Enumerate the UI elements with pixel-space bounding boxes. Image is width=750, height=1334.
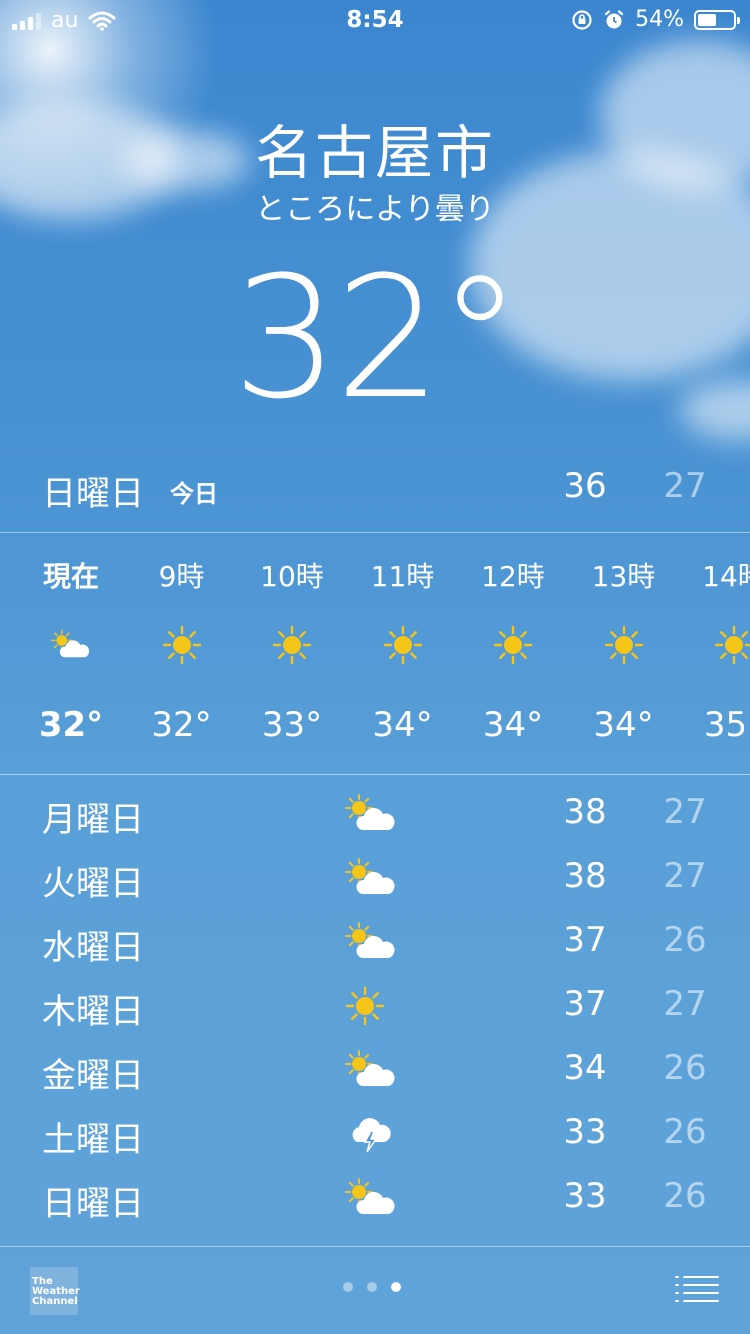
battery-percent: 54%: [635, 7, 684, 32]
sun-icon: [383, 625, 423, 665]
partly-cloudy-icon: [345, 794, 397, 834]
daily-row: 土曜日 33 26: [0, 1102, 750, 1166]
hourly-temp: 34°: [372, 705, 433, 745]
battery-icon: [694, 9, 740, 30]
page-dot[interactable]: [343, 1282, 353, 1292]
hourly-temp: 34°: [593, 705, 654, 745]
bottom-toolbar: The Weather Channel: [0, 1247, 750, 1334]
partly-cloudy-icon: [51, 625, 91, 665]
hourly-time: 11時: [370, 560, 435, 593]
daily-high: 34: [563, 1048, 607, 1088]
daily-low: 27: [663, 984, 707, 1024]
daily-high: 33: [563, 1112, 607, 1152]
today-low: 27: [663, 466, 707, 506]
hourly-time: 10時: [260, 560, 324, 593]
daily-row: 金曜日 34 26: [0, 1038, 750, 1102]
daily-row: 水曜日 37 26: [0, 910, 750, 974]
sun-icon: [162, 625, 202, 665]
daily-day: 金曜日: [42, 1056, 144, 1096]
divider: [0, 774, 750, 775]
partly-cloudy-icon: [345, 1178, 397, 1218]
sun-icon: [345, 986, 397, 1026]
status-bar: au 8:54 54%: [0, 0, 750, 40]
daily-row: 日曜日 33 26: [0, 1166, 750, 1230]
page-dot[interactable]: [367, 1282, 377, 1292]
thunderstorm-icon: [345, 1114, 397, 1154]
today-high: 36: [563, 466, 607, 506]
hourly-temp: 32°: [151, 705, 212, 745]
hourly-time: 14時: [702, 560, 750, 593]
daily-day: 土曜日: [42, 1120, 144, 1160]
daily-high: 38: [563, 856, 607, 896]
hourly-time: 現在: [42, 560, 99, 593]
alarm-icon: [604, 9, 624, 28]
daily-day: 月曜日: [42, 800, 144, 840]
daily-high: 37: [563, 984, 607, 1024]
daily-low: 26: [663, 920, 707, 960]
current-temperature: 32°: [232, 240, 522, 436]
hourly-temp: 34°: [482, 705, 544, 745]
city-name: 名古屋市: [254, 119, 495, 187]
hourly-time: 9時: [158, 560, 205, 593]
today-day: 日曜日: [42, 474, 144, 514]
daily-high: 37: [563, 920, 607, 960]
partly-cloudy-icon: [345, 1050, 397, 1090]
sun-icon: [604, 625, 644, 665]
current-condition: ところにより曇り: [255, 192, 495, 227]
daily-day: 日曜日: [42, 1184, 144, 1224]
today-label: 今日: [170, 480, 218, 508]
hourly-time: 13時: [591, 560, 656, 593]
daily-low: 26: [663, 1176, 707, 1216]
daily-day: 火曜日: [42, 864, 144, 904]
sun-icon: [272, 625, 312, 665]
hourly-time: 12時: [481, 560, 545, 593]
daily-day: 木曜日: [42, 992, 144, 1032]
page-dot[interactable]: [391, 1282, 401, 1292]
daily-row: 火曜日 38 27: [0, 846, 750, 910]
daily-day: 水曜日: [42, 928, 144, 968]
daily-row: 木曜日 37 27: [0, 974, 750, 1038]
daily-high: 33: [563, 1176, 607, 1216]
partly-cloudy-icon: [345, 922, 397, 962]
weather-channel-logo[interactable]: The Weather Channel: [30, 1267, 80, 1315]
daily-row: 月曜日 38 27: [0, 782, 750, 846]
daily-low: 26: [663, 1112, 707, 1152]
hourly-temp: 32°: [38, 705, 104, 745]
sun-icon: [714, 625, 750, 665]
daily-low: 26: [663, 1048, 707, 1088]
hourly-forecast[interactable]: 現在 32° 9時 32° 10時 33° 11時 34° 12時 34° 13…: [0, 533, 750, 773]
rotation-lock-icon: [572, 9, 592, 30]
list-icon[interactable]: [674, 1275, 720, 1303]
page-indicator[interactable]: [343, 1282, 401, 1292]
daily-low: 27: [663, 856, 707, 896]
hourly-temp: 35°: [703, 705, 750, 745]
sun-icon: [493, 625, 533, 665]
hourly-temp: 33°: [261, 705, 323, 745]
partly-cloudy-icon: [345, 858, 397, 898]
daily-low: 27: [663, 792, 707, 832]
daily-high: 38: [563, 792, 607, 832]
today-summary-row: 日曜日 今日 36 27: [0, 462, 750, 532]
